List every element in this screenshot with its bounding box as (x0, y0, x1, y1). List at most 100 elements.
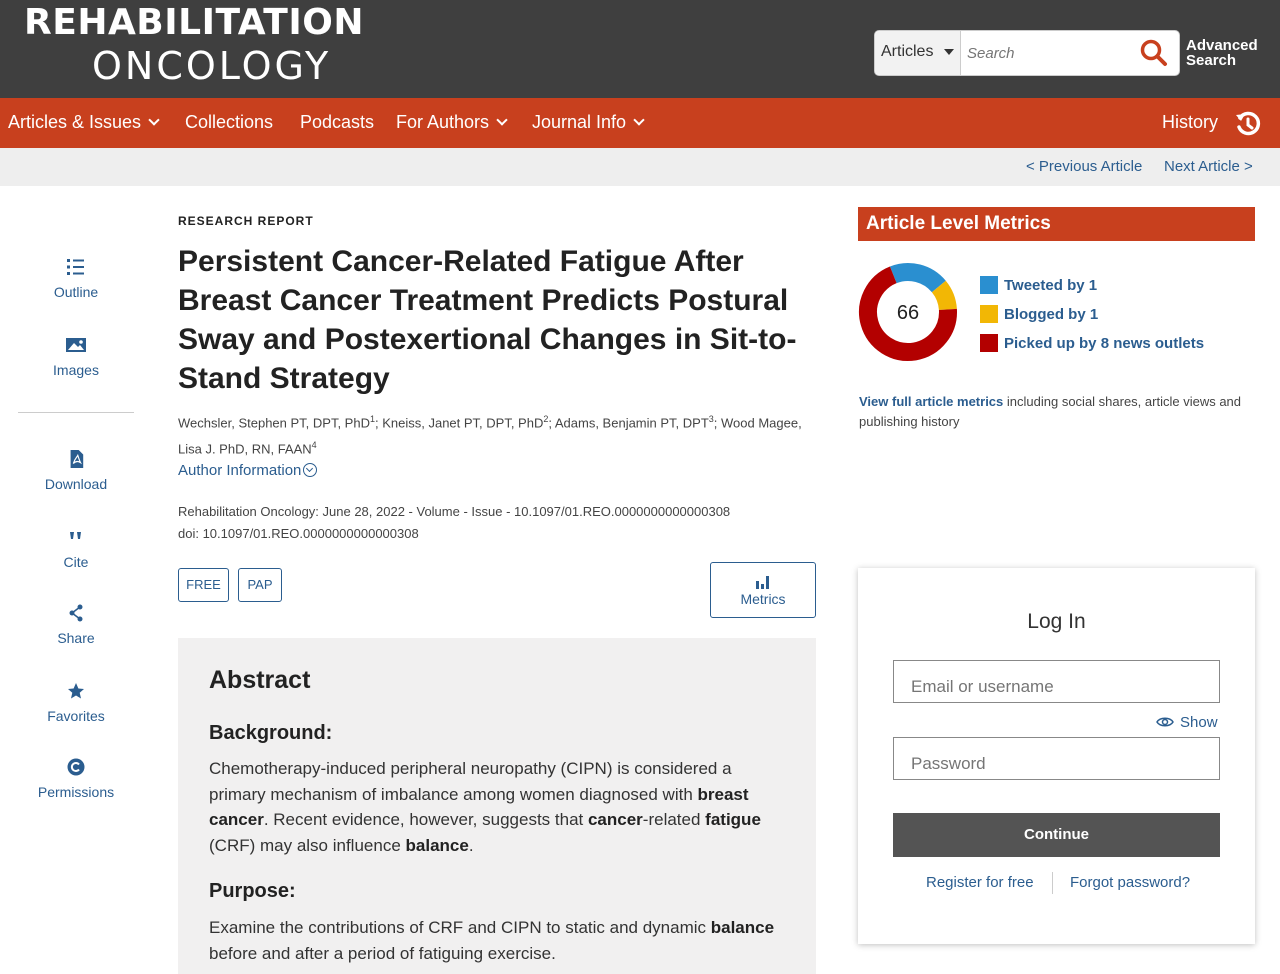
continue-button[interactable]: Continue (893, 813, 1220, 857)
email-field[interactable] (893, 660, 1220, 703)
advanced-search-line1: Advanced (1186, 37, 1258, 54)
chevron-down-icon (496, 114, 508, 126)
rail-images[interactable]: Images (20, 336, 132, 378)
rail-label: Outline (53, 284, 99, 300)
pdf-icon (70, 450, 84, 468)
nav-label: Podcasts (300, 112, 375, 132)
password-field[interactable] (893, 737, 1220, 780)
advanced-search-link[interactable]: Advanced Search (1186, 38, 1258, 68)
article-nav-bar: < Previous Article Next Article > (0, 148, 1280, 186)
rail-divider (18, 412, 134, 413)
quote-icon (70, 532, 81, 539)
chevron-down-icon (148, 114, 160, 126)
rail-outline[interactable]: Outline (20, 258, 132, 300)
altmetric-donut[interactable]: 66 (858, 262, 958, 362)
rail-favorites[interactable]: Favorites (20, 682, 132, 724)
search-icon[interactable] (1139, 38, 1169, 68)
star-icon (68, 683, 84, 699)
rail-permissions[interactable]: Permissions (20, 758, 132, 800)
nav-podcasts[interactable]: Podcasts (300, 112, 374, 133)
search-scope-label: Articles (881, 43, 934, 60)
login-panel: Log In Show Continue Register for free F… (858, 568, 1255, 944)
share-icon (69, 604, 83, 622)
show-password-toggle[interactable]: Show (1156, 714, 1218, 731)
show-label: Show (1180, 714, 1218, 731)
legend-swatch (980, 334, 998, 352)
author-name[interactable]: Kneiss, Janet PT, DPT, PhD (382, 415, 543, 430)
rail-download[interactable]: Download (20, 450, 132, 492)
purpose-text: Examine the contributions of CRF and CIP… (209, 918, 775, 963)
previous-article-link[interactable]: < Previous Article (1026, 158, 1142, 175)
image-icon (66, 338, 86, 352)
caret-down-icon (944, 49, 954, 55)
nav-articles-issues[interactable]: Articles & Issues (8, 112, 160, 133)
author-name[interactable]: Adams, Benjamin PT, DPT (555, 415, 709, 430)
logo-title-line1[interactable]: REHABILITATION (24, 2, 364, 43)
rail-label: Permissions (37, 784, 115, 800)
doi-line: doi: 10.1097/01.REO.0000000000000308 (178, 526, 419, 541)
search-input[interactable] (963, 33, 1133, 73)
legend-blogged[interactable]: Blogged by 1 (980, 305, 1098, 323)
rail-label: Favorites (47, 708, 105, 724)
next-article-link[interactable]: Next Article > (1164, 158, 1253, 175)
eye-icon (1156, 717, 1174, 727)
purpose-heading: Purpose: (209, 880, 296, 902)
link-divider (1052, 872, 1053, 894)
logo-title-line2[interactable]: ONCOLOGY (92, 44, 331, 88)
legend-label: Tweeted by 1 (1004, 277, 1098, 294)
citation-line: Rehabilitation Oncology: June 28, 2022 -… (178, 504, 731, 519)
login-heading: Log In (1027, 610, 1086, 633)
forgot-password-link[interactable]: Forgot password? (1070, 874, 1190, 891)
nav-journal-info[interactable]: Journal Info (532, 112, 645, 133)
article-type: RESEARCH REPORT (178, 214, 314, 228)
copyright-icon (67, 758, 85, 776)
list-icon (67, 259, 84, 275)
nav-label: Journal Info (532, 112, 627, 132)
advanced-search-line2: Search (1186, 52, 1237, 69)
register-link[interactable]: Register for free (926, 874, 1034, 891)
abstract-section: Abstract Background: Chemotherapy-induce… (178, 638, 816, 974)
author-name[interactable]: Wechsler, Stephen PT, DPT, PhD (178, 415, 370, 430)
article-title: Persistent Cancer-Related Fatigue After … (178, 245, 797, 395)
nav-label: For Authors (396, 112, 490, 132)
rail-cite[interactable]: Cite (20, 528, 132, 570)
author-affiliation: 4 (311, 440, 317, 451)
nav-for-authors[interactable]: For Authors (396, 112, 508, 133)
author-information-label: Author Information (178, 462, 302, 479)
altmetric-score: 66 (897, 302, 919, 324)
history-icon[interactable] (1234, 110, 1262, 138)
legend-swatch (980, 276, 998, 294)
rail-label: Download (44, 476, 108, 492)
donut-segment (931, 280, 957, 311)
site-header: REHABILITATION ONCOLOGY Articles Advance… (0, 0, 1280, 98)
free-badge: FREE (178, 568, 229, 602)
author-information-toggle[interactable]: Author Information (178, 462, 318, 479)
rail-label: Images (53, 362, 99, 378)
author-separator: ; (713, 415, 722, 431)
background-text: Chemotherapy-induced peripheral neuropat… (209, 759, 761, 855)
search-scope-select[interactable]: Articles (875, 31, 961, 75)
legend-news[interactable]: Picked up by 8 news outlets (980, 334, 1204, 352)
nav-label: Articles & Issues (8, 112, 142, 132)
legend-label: Picked up by 8 news outlets (1004, 335, 1205, 352)
legend-swatch (980, 305, 998, 323)
chevron-circle-down-icon (303, 463, 318, 477)
rail-share[interactable]: Share (20, 604, 132, 646)
chevron-down-icon (633, 114, 645, 126)
rail-label: Share (57, 630, 95, 646)
full-metrics-note: View full article metrics including soci… (859, 392, 1259, 432)
search-box: Articles (874, 30, 1180, 76)
metrics-button[interactable]: Metrics (710, 562, 816, 618)
author-list: Wechsler, Stephen PT, DPT, PhD1; Kneiss,… (178, 408, 818, 461)
metrics-button-label: Metrics (740, 591, 786, 607)
article-level-metrics-heading: Article Level Metrics (858, 207, 1255, 241)
abstract-heading: Abstract (209, 666, 311, 694)
view-full-metrics-link[interactable]: View full article metrics (859, 394, 1003, 409)
legend-tweeted[interactable]: Tweeted by 1 (980, 276, 1097, 294)
nav-collections[interactable]: Collections (185, 112, 273, 133)
pap-badge: PAP (238, 568, 282, 602)
bar-chart-icon (756, 576, 769, 589)
main-nav: Articles & Issues Collections Podcasts F… (0, 98, 1280, 148)
legend-label: Blogged by 1 (1004, 306, 1099, 323)
nav-history[interactable]: History (1162, 112, 1218, 133)
